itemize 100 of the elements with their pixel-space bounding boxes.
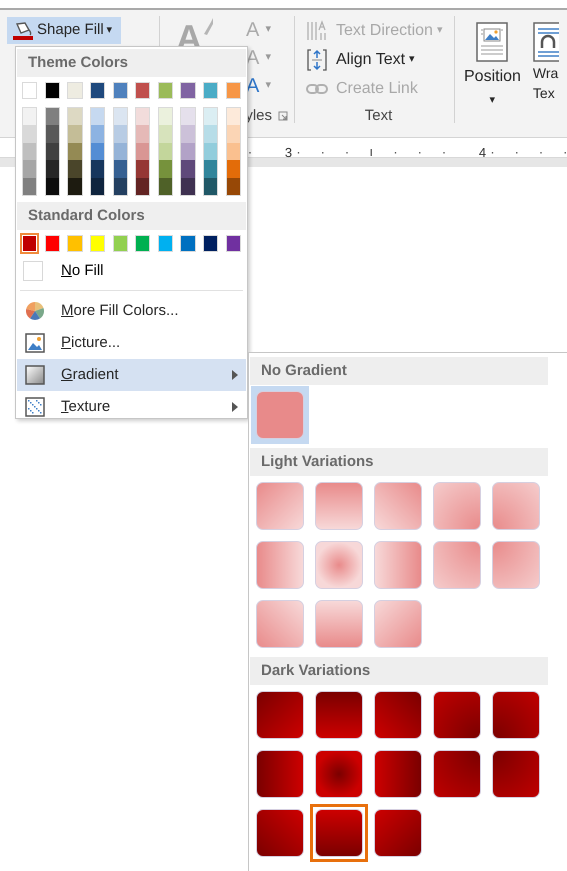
gradient-swatch[interactable] xyxy=(310,804,368,862)
color-swatch[interactable] xyxy=(204,108,218,126)
color-swatch[interactable] xyxy=(135,234,150,252)
gradient-swatch[interactable] xyxy=(251,386,309,444)
color-swatch[interactable] xyxy=(158,125,172,143)
brush-icon xyxy=(202,16,214,36)
dialog-launcher-icon[interactable] xyxy=(278,110,288,120)
color-swatch[interactable] xyxy=(204,142,218,160)
color-swatch[interactable] xyxy=(23,142,36,160)
color-swatch[interactable] xyxy=(90,82,106,99)
color-swatch[interactable] xyxy=(46,160,59,178)
menu-item[interactable]: More Fill Colors... xyxy=(17,295,246,328)
color-swatch[interactable] xyxy=(158,82,174,99)
menu-item[interactable]: Picture... xyxy=(17,327,246,360)
color-swatch[interactable] xyxy=(90,234,106,252)
color-swatch[interactable] xyxy=(204,178,218,195)
color-swatch[interactable] xyxy=(226,178,240,195)
paint-bucket-icon xyxy=(12,20,34,40)
align-text-button[interactable]: Align Text ▾ xyxy=(303,45,454,74)
color-swatch[interactable] xyxy=(226,108,240,126)
color-swatch[interactable] xyxy=(136,142,150,160)
menu-item[interactable]: Texture xyxy=(17,391,246,424)
group-label: Text xyxy=(364,108,394,123)
position-button[interactable]: Position ▾ xyxy=(462,16,523,123)
color-swatch[interactable] xyxy=(23,125,36,143)
color-swatch[interactable] xyxy=(158,160,172,178)
menu-item[interactable]: No Fill xyxy=(17,256,246,286)
color-swatch[interactable] xyxy=(44,82,60,99)
color-swatch[interactable] xyxy=(90,160,104,178)
color-swatch[interactable] xyxy=(23,160,36,178)
color-swatch[interactable] xyxy=(68,125,82,143)
wrap-text-button[interactable]: Wra Tex xyxy=(532,16,559,123)
color-swatch[interactable] xyxy=(68,108,82,126)
shape-fill-button[interactable]: Shape Fill ▾ xyxy=(7,17,121,44)
color-wheel-icon xyxy=(25,301,45,322)
align-text-icon xyxy=(306,48,328,72)
color-swatch[interactable] xyxy=(22,82,38,99)
color-swatch[interactable] xyxy=(68,178,82,195)
color-swatch[interactable] xyxy=(46,125,59,143)
color-swatch[interactable] xyxy=(68,160,82,178)
color-swatch[interactable] xyxy=(23,108,36,126)
color-swatch[interactable] xyxy=(181,108,195,126)
color-swatch[interactable] xyxy=(67,234,83,252)
color-swatch[interactable] xyxy=(181,178,195,195)
color-swatch[interactable] xyxy=(158,178,172,195)
section-header: Dark Variations xyxy=(250,657,548,685)
color-swatch[interactable] xyxy=(204,125,218,143)
color-swatch[interactable] xyxy=(114,178,127,195)
submenu-arrow-icon xyxy=(232,402,238,412)
section-header: Light Variations xyxy=(250,448,548,476)
color-swatch[interactable] xyxy=(226,234,241,252)
color-swatch[interactable] xyxy=(114,108,127,126)
color-swatch[interactable] xyxy=(180,234,196,252)
color-swatch[interactable] xyxy=(180,82,196,99)
color-swatch[interactable] xyxy=(114,125,127,143)
section-header: Standard Colors xyxy=(17,202,246,230)
color-swatch[interactable] xyxy=(90,178,104,195)
menu-item[interactable]: Gradient xyxy=(17,359,246,392)
color-swatch[interactable] xyxy=(158,142,172,160)
color-swatch[interactable] xyxy=(46,108,59,126)
ruler-number: 3 xyxy=(284,144,292,160)
color-swatch[interactable] xyxy=(46,178,59,195)
color-swatch[interactable] xyxy=(23,178,36,195)
color-swatch[interactable] xyxy=(136,108,150,126)
color-swatch[interactable] xyxy=(158,108,172,126)
color-swatch[interactable] xyxy=(181,125,195,143)
ruler-number: 4 xyxy=(478,144,486,160)
color-swatch[interactable] xyxy=(90,125,104,143)
color-swatch[interactable] xyxy=(204,160,218,178)
color-swatch[interactable] xyxy=(114,160,127,178)
color-swatch[interactable] xyxy=(226,125,240,143)
link-icon xyxy=(306,82,328,96)
color-swatch[interactable] xyxy=(44,234,60,252)
picture-icon xyxy=(25,333,45,354)
page-picture-icon xyxy=(476,22,508,62)
color-swatch[interactable] xyxy=(136,125,150,143)
color-swatch[interactable] xyxy=(181,160,195,178)
color-swatch[interactable] xyxy=(181,142,195,160)
page-wrap-icon xyxy=(532,22,559,62)
color-swatch[interactable] xyxy=(158,234,174,252)
color-swatch[interactable] xyxy=(112,82,128,99)
color-swatch[interactable] xyxy=(114,142,127,160)
color-swatch[interactable] xyxy=(203,234,218,252)
color-swatch[interactable] xyxy=(226,160,240,178)
section-header: Theme Colors xyxy=(17,49,246,77)
color-swatch[interactable] xyxy=(46,142,59,160)
color-swatch[interactable] xyxy=(68,142,82,160)
color-swatch[interactable] xyxy=(90,108,104,126)
color-swatch[interactable] xyxy=(226,82,241,99)
color-swatch[interactable] xyxy=(226,142,240,160)
text-direction-icon xyxy=(306,20,328,42)
color-swatch[interactable] xyxy=(136,178,150,195)
color-swatch[interactable] xyxy=(203,82,218,99)
color-swatch[interactable] xyxy=(112,234,128,252)
color-swatch[interactable] xyxy=(67,82,83,99)
gradient-square-icon xyxy=(25,365,45,386)
color-swatch[interactable] xyxy=(135,82,150,99)
color-swatch[interactable] xyxy=(136,160,150,178)
color-swatch[interactable] xyxy=(90,142,104,160)
section-header: No Gradient xyxy=(250,357,548,385)
